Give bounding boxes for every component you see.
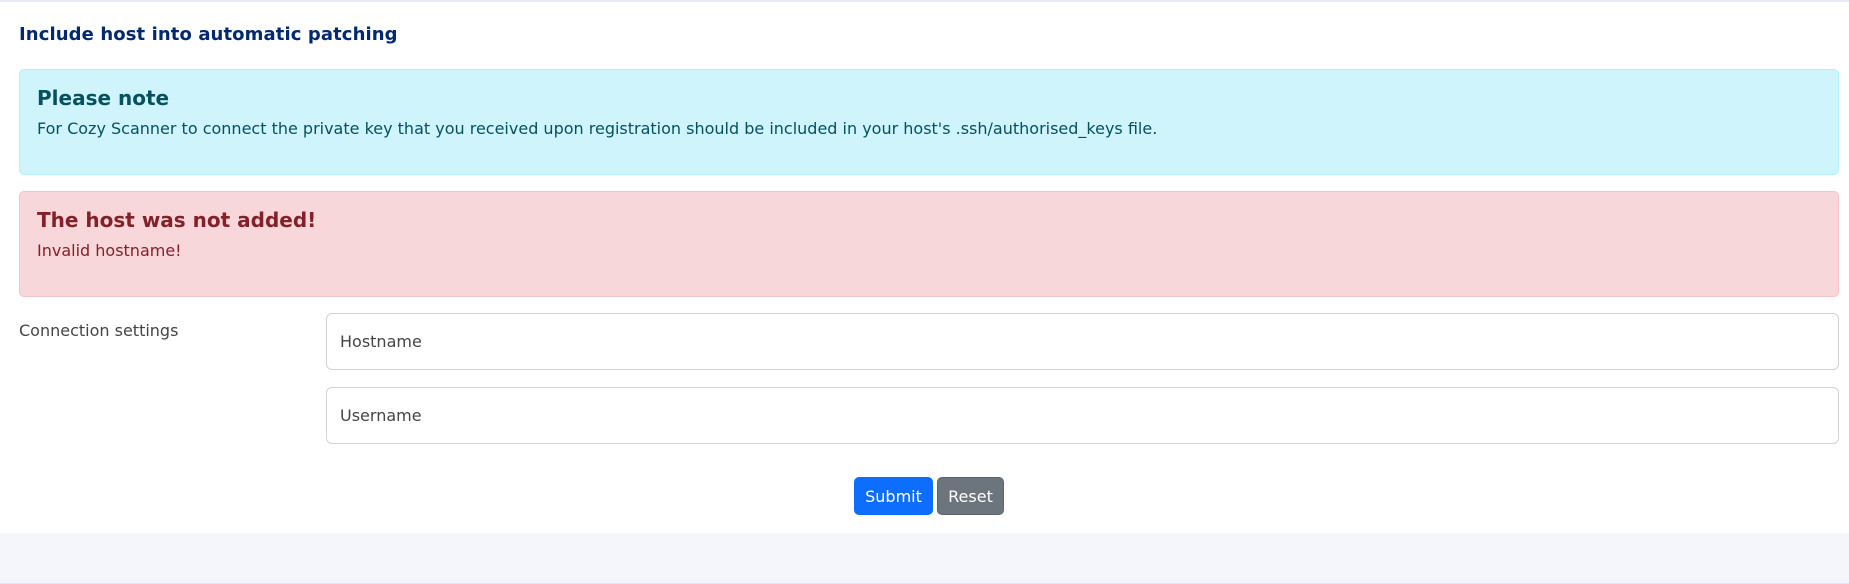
error-alert-text: Invalid hostname! bbox=[37, 241, 182, 260]
info-alert: Please note For Cozy Scanner to connect … bbox=[19, 69, 1839, 175]
page-title: Include host into automatic patching bbox=[19, 24, 398, 45]
hostname-input[interactable] bbox=[326, 313, 1839, 370]
reset-button[interactable]: Reset bbox=[937, 477, 1004, 515]
error-alert: The host was not added! Invalid hostname… bbox=[19, 191, 1839, 297]
page-footer-area bbox=[0, 533, 1849, 584]
username-input[interactable] bbox=[326, 387, 1839, 444]
error-alert-heading: The host was not added! bbox=[37, 208, 317, 232]
submit-button[interactable]: Submit bbox=[854, 477, 933, 515]
info-alert-heading: Please note bbox=[37, 86, 170, 110]
info-alert-text: For Cozy Scanner to connect the private … bbox=[37, 119, 1158, 138]
connection-settings-label: Connection settings bbox=[19, 321, 179, 340]
main-card: Include host into automatic patching Ple… bbox=[0, 0, 1849, 533]
